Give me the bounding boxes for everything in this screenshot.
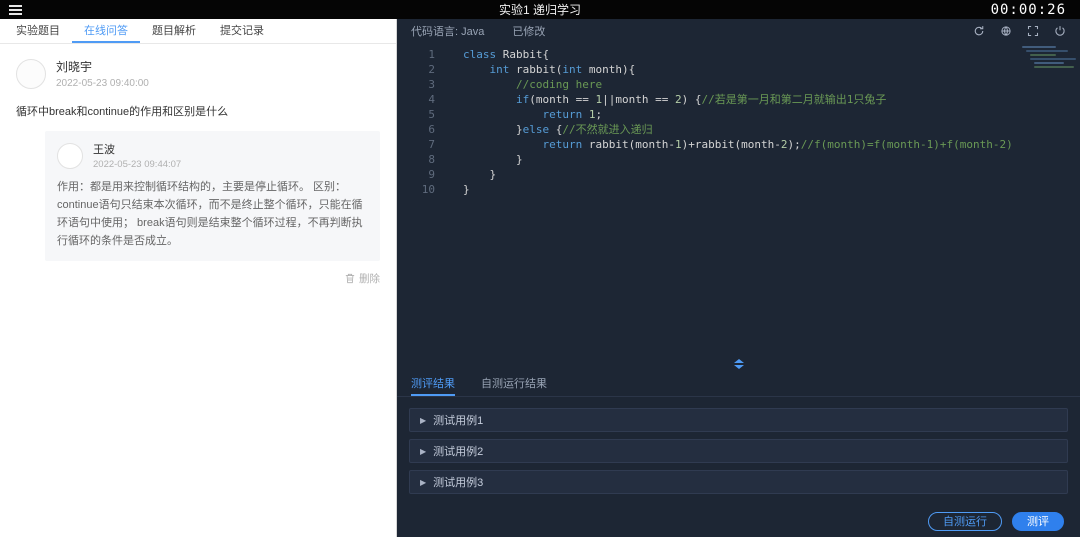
question-avatar [16,58,46,89]
caret-right-icon: ▶ [420,446,427,456]
power-icon[interactable] [1053,24,1066,37]
code-line[interactable]: 3 //coding here [397,77,1080,92]
top-bar: 实验1 递归学习 00:00:26 [0,0,1080,19]
question-author: 刘晓宇 [56,60,93,74]
delete-label: 删除 [359,272,380,285]
timer: 00:00:26 [990,1,1066,18]
line-number: 5 [428,108,435,121]
trash-icon [345,273,355,283]
menu-icon[interactable] [0,0,30,19]
tab-online-qa[interactable]: 在线问答 [72,19,140,43]
page-title: 实验1 递归学习 [498,3,581,17]
caret-right-icon: ▶ [420,477,427,487]
resize-handle[interactable] [397,357,1080,371]
minimap[interactable] [1022,46,1076,80]
line-number: 10 [421,183,435,196]
test-case-2[interactable]: ▶ 测试用例2 [409,439,1068,463]
resize-up-icon [733,359,744,363]
tab-submit-history[interactable]: 提交记录 [208,19,276,43]
line-number: 9 [428,168,435,181]
line-number: 1 [428,48,435,61]
reply-date: 2022-05-23 09:44:07 [93,159,182,170]
fullscreen-icon[interactable] [1026,24,1039,37]
hamburger-icon [8,4,22,15]
code-line[interactable]: 9 } [397,167,1080,182]
test-case-label: 测试用例2 [433,446,484,458]
action-bar: 自测运行 测评 [397,505,1080,537]
tab-experiment-topic[interactable]: 实验题目 [4,19,72,43]
line-number: 8 [428,153,435,166]
test-case-label: 测试用例3 [433,477,484,489]
code-line[interactable]: 6 } else {//不然就进入递归 [397,122,1080,137]
resize-down-icon [733,365,744,369]
line-number: 4 [428,93,435,106]
reply-avatar [57,142,83,169]
code-panel: 代码语言: Java 已修改 1 class Rabbit{2 int rab… [397,19,1080,537]
results-tab-bar: 测评结果 自测运行结果 [397,371,1080,397]
test-case-list: ▶ 测试用例1 ▶ 测试用例2 ▶ 测试用例3 [397,397,1080,505]
code-line[interactable]: 1 class Rabbit{ [397,47,1080,62]
question-text: 循环中break和continue的作用和区别是什么 [16,106,229,118]
modified-label: 已修改 [512,25,546,38]
line-number: 3 [428,78,435,91]
code-line[interactable]: 7 return rabbit(month- 1)+rabbit(month- 2)… [397,137,1080,152]
delete-button[interactable]: 删除 [16,271,380,286]
reply-card: 王波 2022-05-23 09:44:07 作用：都是用来控制循环结构的，主要… [45,131,380,261]
caret-right-icon: ▶ [420,415,427,425]
code-lines: 1 class Rabbit{2 int rabbit(int month){3 … [397,47,1080,197]
qa-content: 刘晓宇 2022-05-23 09:40:00 循环中break和continu… [0,44,396,537]
test-case-label: 测试用例1 [433,415,484,427]
tab-topic-analysis[interactable]: 题目解析 [140,19,208,43]
line-number: 7 [428,138,435,151]
line-number: 6 [428,123,435,136]
question-date: 2022-05-23 09:40:00 [56,78,149,89]
language-label: 代码语言: Java [411,25,485,38]
test-case-3[interactable]: ▶ 测试用例3 [409,470,1068,494]
evaluate-button[interactable]: 测评 [1012,511,1064,531]
test-case-1[interactable]: ▶ 测试用例1 [409,408,1068,432]
code-line[interactable]: 8 } [397,152,1080,167]
code-editor[interactable]: 1 class Rabbit{2 int rabbit(int month){3 … [397,42,1080,357]
sync-icon[interactable] [972,24,985,37]
code-line[interactable]: 4 if (month == 1 ||month == 2) {//若是第一月和第二… [397,92,1080,107]
code-line[interactable]: 2 int rabbit(int month){ [397,62,1080,77]
left-tab-bar: 实验题目 在线问答 题目解析 提交记录 [0,19,396,44]
qa-panel: 实验题目 在线问答 题目解析 提交记录 刘晓宇 2022-05-23 09:40… [0,19,397,537]
reply-text: 作用：都是用来控制循环结构的，主要是停止循环。 区别： continue语句只结… [57,181,363,248]
self-test-run-button[interactable]: 自测运行 [928,511,1002,531]
code-line[interactable]: 10} [397,182,1080,197]
settings-icon[interactable] [999,24,1012,37]
reply-author: 王波 [93,144,115,156]
app-window: 实验1 递归学习 00:00:26 实验题目 在线问答 题目解析 提交记录 刘晓… [0,0,1080,537]
tab-eval-result[interactable]: 测评结果 [411,371,455,396]
editor-header: 代码语言: Java 已修改 [397,19,1080,42]
tab-selftest-result[interactable]: 自测运行结果 [481,371,547,396]
line-number: 2 [428,63,435,76]
code-line[interactable]: 5 return 1; [397,107,1080,122]
